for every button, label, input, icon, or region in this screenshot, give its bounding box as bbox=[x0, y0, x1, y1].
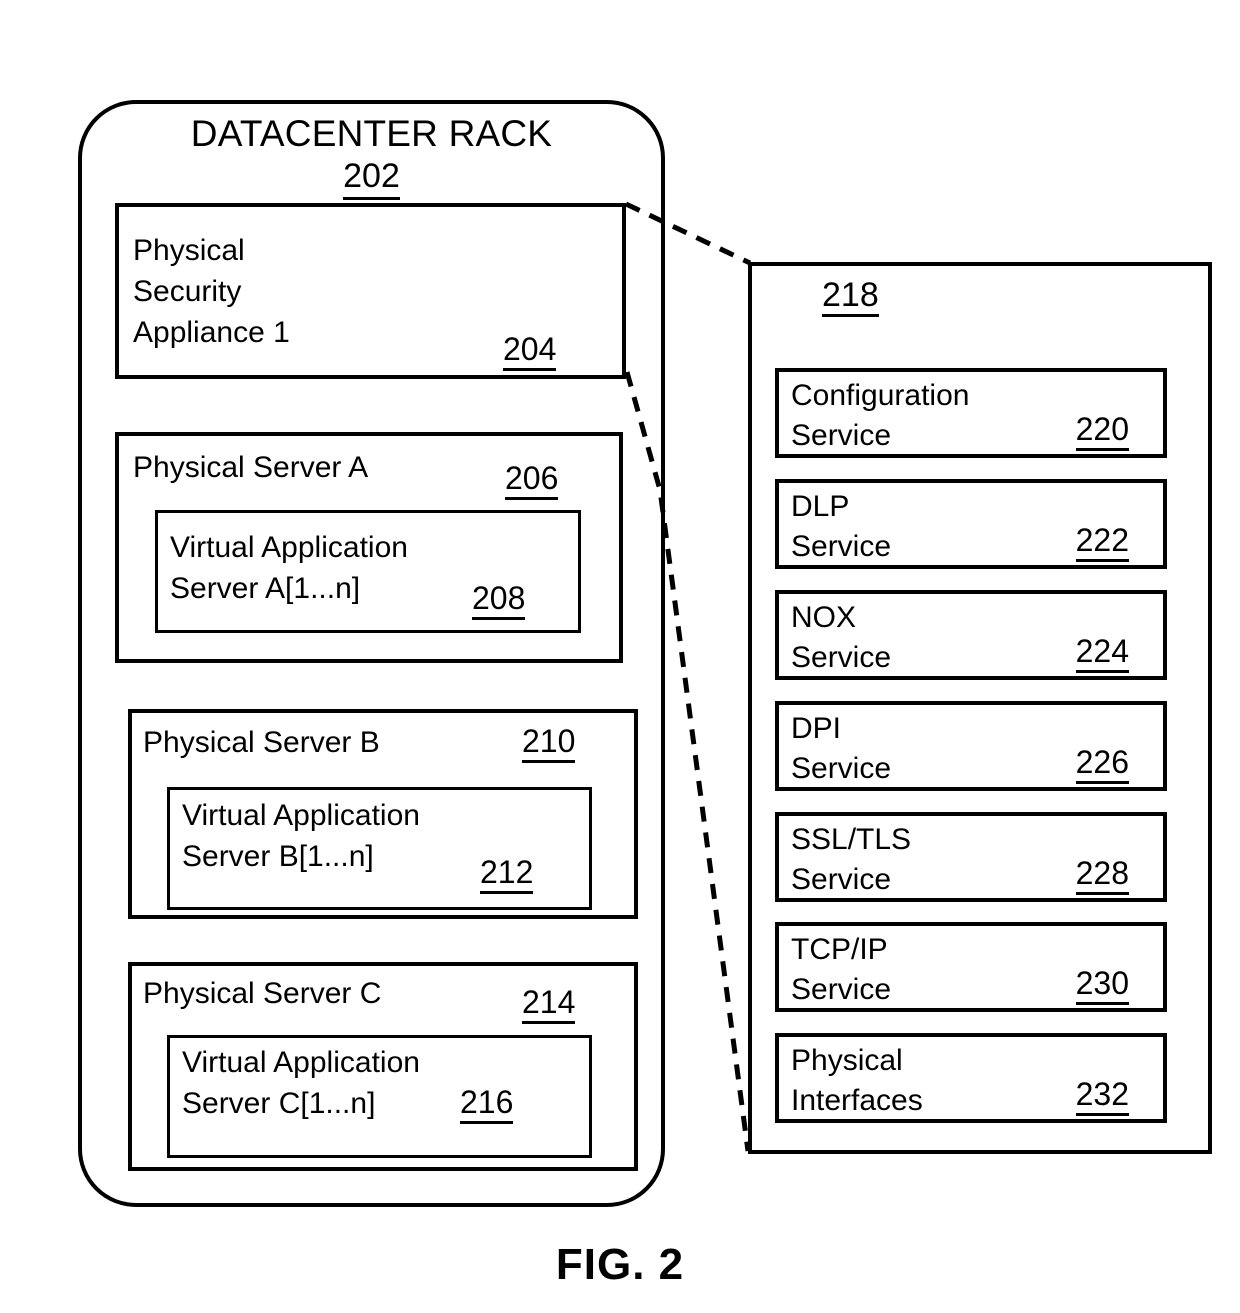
service-label: Physical Interfaces bbox=[791, 1044, 923, 1117]
service-box-tcp-ip: TCP/IP Service 230 bbox=[775, 922, 1167, 1012]
physical-server-b-label: Physical Server B bbox=[143, 726, 380, 759]
physical-server-b-ref: 210 bbox=[522, 724, 576, 763]
service-label: TCP/IP Service bbox=[791, 933, 892, 1006]
service-ref: 226 bbox=[1075, 745, 1129, 784]
service-box-physical-interfaces: Physical Interfaces 232 bbox=[775, 1033, 1167, 1123]
service-label: SSL/TLS Service bbox=[791, 823, 912, 896]
service-box-dlp: DLP Service 222 bbox=[775, 479, 1167, 569]
virtual-application-server-b-label: Virtual Application Server B[1...n] bbox=[182, 799, 420, 873]
service-ref: 224 bbox=[1075, 634, 1129, 673]
service-ref: 228 bbox=[1075, 856, 1129, 895]
physical-security-appliance-label: Physical Security Appliance 1 bbox=[133, 234, 290, 349]
service-label: DPI Service bbox=[791, 712, 892, 785]
virtual-application-server-c-label: Virtual Application Server C[1...n] bbox=[182, 1046, 420, 1120]
figure-caption: FIG. 2 bbox=[555, 1240, 685, 1289]
service-ref: 220 bbox=[1075, 412, 1129, 451]
physical-server-a-ref: 206 bbox=[505, 461, 559, 500]
appliance-detail-panel-ref: 218 bbox=[822, 278, 879, 317]
datacenter-rack-title: DATACENTER RACK bbox=[190, 113, 553, 154]
service-ref: 230 bbox=[1075, 966, 1129, 1005]
virtual-application-server-b-ref: 212 bbox=[480, 855, 534, 894]
service-box-configuration: Configuration Service 220 bbox=[775, 368, 1167, 458]
physical-server-c-label: Physical Server C bbox=[143, 977, 382, 1010]
service-ref: 232 bbox=[1075, 1077, 1129, 1116]
service-box-nox: NOX Service 224 bbox=[775, 590, 1167, 680]
physical-server-c-ref: 214 bbox=[522, 985, 576, 1024]
physical-server-a-label: Physical Server A bbox=[133, 451, 369, 484]
figure-canvas: DATACENTER RACK 202 Physical Security Ap… bbox=[0, 0, 1240, 1313]
physical-security-appliance-ref: 204 bbox=[503, 332, 557, 371]
virtual-application-server-a-ref: 208 bbox=[472, 581, 526, 620]
service-box-ssl-tls: SSL/TLS Service 228 bbox=[775, 812, 1167, 902]
virtual-application-server-c-ref: 216 bbox=[460, 1085, 514, 1124]
virtual-application-server-a-label: Virtual Application Server A[1...n] bbox=[170, 531, 408, 605]
service-ref: 222 bbox=[1075, 523, 1129, 562]
service-label: DLP Service bbox=[791, 490, 892, 563]
rack-ref-text: 202 bbox=[343, 157, 400, 200]
service-box-dpi: DPI Service 226 bbox=[775, 701, 1167, 791]
service-label: Configuration Service bbox=[791, 379, 970, 452]
datacenter-rack-reference-numeral: 202 bbox=[78, 156, 665, 200]
service-label: NOX Service bbox=[791, 601, 892, 674]
